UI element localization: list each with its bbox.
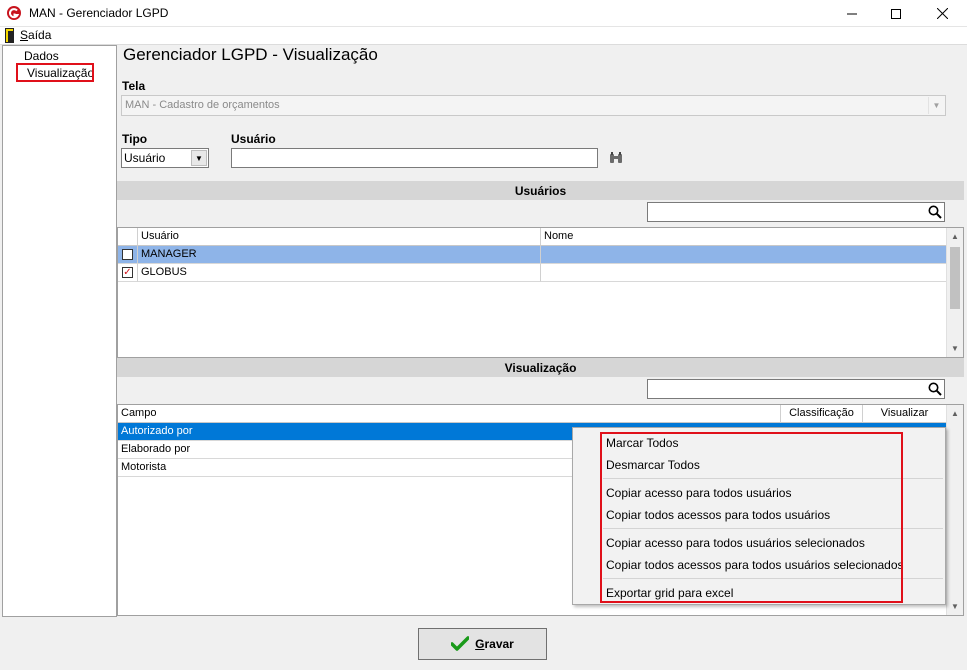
close-icon <box>936 8 948 19</box>
scroll-up-icon[interactable]: ▲ <box>947 405 963 422</box>
window-title: MAN - Gerenciador LGPD <box>29 6 169 20</box>
binoculars-icon[interactable] <box>609 152 623 164</box>
grid-header-checkbox <box>118 228 138 246</box>
tipo-label: Tipo <box>122 132 148 146</box>
cell-nome <box>541 246 947 264</box>
usuarios-scrollbar[interactable]: ▲ ▼ <box>946 228 963 357</box>
tela-label: Tela <box>122 79 146 93</box>
maximize-button[interactable] <box>873 0 919 27</box>
grid-header-usuario[interactable]: Usuário <box>138 228 541 246</box>
cell-usuario: GLOBUS <box>138 264 541 282</box>
checkmark-icon <box>451 636 470 651</box>
exit-icon <box>5 28 14 43</box>
save-label-rest: ravar <box>484 637 514 651</box>
annotation-highlight-tree <box>16 63 94 82</box>
scroll-down-icon[interactable]: ▼ <box>947 598 963 615</box>
row-checkbox-checked[interactable]: ✓ <box>122 267 133 278</box>
context-menu: Marcar Todos Desmarcar Todos Copiar aces… <box>572 427 946 605</box>
grid-header-nome[interactable]: Nome <box>541 228 947 246</box>
scroll-up-icon[interactable]: ▲ <box>947 228 963 245</box>
save-button-label: Gravar <box>475 637 514 651</box>
tree-item-dados[interactable]: Dados <box>24 49 59 63</box>
usuarios-search-input[interactable] <box>647 202 945 222</box>
usuarios-section-header: Usuários <box>117 181 964 200</box>
usuario-input[interactable] <box>231 148 598 168</box>
menu-exit-label: aída <box>28 28 52 42</box>
cell-usuario: MANAGER <box>138 246 541 264</box>
navigation-tree: Dados Visualização <box>2 45 117 617</box>
tipo-select-value: Usuário <box>124 151 166 165</box>
minimize-button[interactable] <box>829 0 875 27</box>
grid-header-classificacao[interactable]: Classificação <box>781 405 863 423</box>
page-title: Gerenciador LGPD - Visualização <box>123 45 378 64</box>
tela-select[interactable]: MAN - Cadastro de orçamentos ▼ <box>121 95 946 116</box>
tela-select-value: MAN - Cadastro de orçamentos <box>125 99 280 111</box>
menu-bar: Saída <box>0 27 967 45</box>
scroll-down-icon[interactable]: ▼ <box>947 340 963 357</box>
minimize-icon <box>847 13 857 14</box>
row-checkbox-unchecked[interactable] <box>122 249 133 260</box>
scroll-thumb[interactable] <box>950 247 960 309</box>
row-checkbox-cell <box>118 246 138 264</box>
visualizacao-section-header: Visualização <box>117 358 964 377</box>
menu-exit[interactable]: Saída <box>20 28 51 42</box>
title-bar: MAN - Gerenciador LGPD <box>0 0 967 27</box>
maximize-icon <box>891 8 901 19</box>
grid-header-visualizar[interactable]: Visualizar <box>863 405 947 423</box>
tipo-select[interactable]: Usuário ▼ <box>121 148 209 168</box>
search-icon[interactable] <box>928 205 942 219</box>
chevron-down-icon[interactable]: ▼ <box>928 97 944 114</box>
search-icon[interactable] <box>928 382 942 396</box>
save-button[interactable]: Gravar <box>418 628 547 660</box>
usuarios-grid[interactable]: Usuário Nome MANAGER ✓ GLOBUS ▲ ▼ <box>117 227 964 358</box>
annotation-highlight-menu <box>600 432 903 603</box>
close-button[interactable] <box>919 0 965 27</box>
cell-nome <box>541 264 947 282</box>
grid-header-campo[interactable]: Campo <box>118 405 781 423</box>
usuario-label: Usuário <box>231 132 276 146</box>
chevron-down-icon[interactable]: ▼ <box>191 150 207 166</box>
row-checkbox-cell: ✓ <box>118 264 138 282</box>
menu-exit-accesskey: S <box>20 28 29 42</box>
visualizacao-search-input[interactable] <box>647 379 945 399</box>
app-icon <box>7 6 21 20</box>
visualizacao-scrollbar[interactable]: ▲ ▼ <box>946 405 963 615</box>
